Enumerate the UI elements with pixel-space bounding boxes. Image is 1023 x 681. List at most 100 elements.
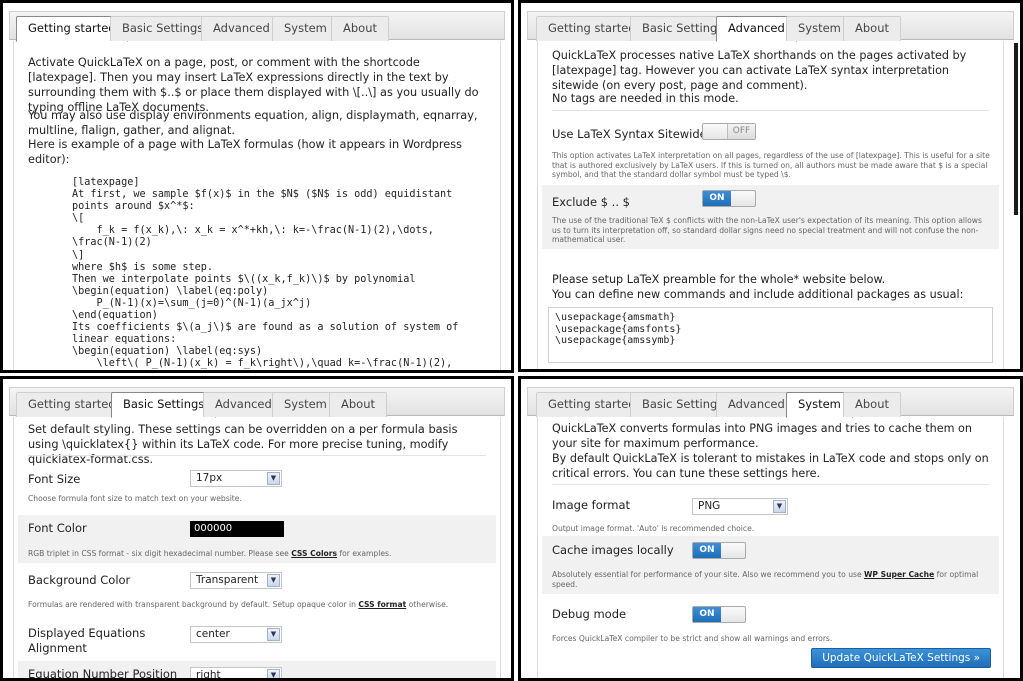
styling-intro: Set default styling. These settings can … xyxy=(28,423,458,466)
alignment-label: Displayed Equations Alignment xyxy=(28,626,145,656)
description-text: for examples. xyxy=(337,549,392,558)
panel-system: Getting started Basic Settings Advanced … xyxy=(518,376,1023,681)
background-color-description: Formulas are rendered with transparent b… xyxy=(28,600,488,610)
preamble-hint: You can define new commands and include … xyxy=(552,288,964,301)
font-color-label: Font Color xyxy=(28,521,87,535)
exclude-label: Exclude $ .. $ xyxy=(552,195,630,209)
equation-number-row: Equation Number Position right ▼ xyxy=(18,661,496,681)
tab-content: QuickLaTeX processes native LaTeX shorth… xyxy=(537,41,1004,369)
sitewide-setting-row: Use LaTeX Syntax Sitewide OFF This optio… xyxy=(542,117,999,182)
font-color-description: RGB triplet in CSS format - six digit he… xyxy=(28,549,488,559)
exclude-toggle[interactable]: ON xyxy=(702,190,756,207)
alignment-select[interactable]: center ▼ xyxy=(190,626,282,643)
equation-number-select[interactable]: right ▼ xyxy=(190,667,282,681)
system-intro-tolerance: By default QuickLaTeX is tolerant to mis… xyxy=(552,452,989,480)
font-size-select[interactable]: 17px ▼ xyxy=(190,470,282,487)
code-line: \] xyxy=(72,249,85,261)
description-text: Formulas are rendered with transparent b… xyxy=(28,600,359,609)
environments-paragraph: You may also use display environments eq… xyxy=(28,109,478,137)
equation-number-label: Equation Number Position xyxy=(28,667,178,681)
code-line: At first, we sample $f(x)$ in the $N$ ($… xyxy=(72,189,453,201)
panel-getting-started: Getting started Basic Settings Advanced … xyxy=(0,0,514,373)
tab-about[interactable]: About xyxy=(843,392,902,417)
code-line: Its coefficients $\(a_j\)$ are found as … xyxy=(72,322,459,334)
background-color-select[interactable]: Transparent ▼ xyxy=(190,572,282,589)
equation-number-value: right xyxy=(196,669,221,681)
tab-bar: Getting started Basic Settings Advanced … xyxy=(9,11,505,42)
preamble-line: \usepackage{amssymb} xyxy=(555,335,676,346)
intro-paragraph: Activate QuickLaTeX on a page, post, or … xyxy=(28,56,479,114)
example-code-block: [latexpage] At first, we sample $f(x)$ in… xyxy=(62,169,484,370)
code-line: where $h$ is some step. xyxy=(72,261,214,273)
alignment-value: center xyxy=(196,628,230,640)
tab-basic-settings[interactable]: Basic Settings xyxy=(110,16,216,41)
sitewide-label: Use LaTeX Syntax Sitewide xyxy=(552,127,707,141)
panel-basic-settings: Getting started Basic Settings Advanced … xyxy=(0,376,514,681)
label-line: Displayed Equations xyxy=(28,626,146,640)
toggle-state: OFF xyxy=(727,124,755,139)
chevron-down-icon: ▼ xyxy=(267,669,280,678)
code-line: [latexpage] xyxy=(72,177,140,188)
tab-about[interactable]: About xyxy=(331,16,390,41)
tab-about[interactable]: About xyxy=(843,16,902,41)
tab-content: Set default styling. These settings can … xyxy=(13,417,501,678)
system-intro: QuickLaTeX converts formulas into PNG im… xyxy=(552,422,972,450)
debug-toggle[interactable]: ON xyxy=(692,606,746,623)
font-size-label: Font Size xyxy=(28,472,81,486)
tab-advanced[interactable]: Advanced xyxy=(716,392,797,417)
example-heading: Here is example of a page with LaTeX for… xyxy=(28,138,463,166)
tab-advanced[interactable]: Advanced xyxy=(201,16,282,41)
preamble-line: \usepackage{amsfonts} xyxy=(555,323,682,335)
tab-advanced[interactable]: Advanced xyxy=(716,16,797,42)
sitewide-intro: QuickLaTeX processes native LaTeX shorth… xyxy=(552,49,967,92)
tab-about[interactable]: About xyxy=(329,392,388,417)
exclude-description: The use of the traditional TeX $ conflic… xyxy=(552,216,982,245)
background-color-label: Background Color xyxy=(28,573,131,587)
code-line: \end(equation) xyxy=(72,310,158,322)
alignment-row: Displayed Equations Alignment center ▼ xyxy=(18,613,496,661)
cache-row: Cache images locally ON Absolutely essen… xyxy=(542,536,999,594)
image-format-description: Output image format. 'Auto' is recommend… xyxy=(552,524,755,533)
chevron-down-icon: ▼ xyxy=(267,472,280,485)
sitewide-description: This option activates LaTeX interpretati… xyxy=(552,151,990,180)
toggle-state: ON xyxy=(693,607,721,622)
chevron-down-icon: ▼ xyxy=(267,574,280,587)
css-format-link[interactable]: CSS format xyxy=(358,600,406,609)
code-line: points around $x^*$: xyxy=(72,201,195,213)
code-line: Then we interpolate points $\((x_k,f_k)\… xyxy=(72,273,416,285)
preamble-textarea[interactable]: \usepackage{amsmath} \usepackage{amsfonts… xyxy=(548,307,993,363)
font-size-value: 17px xyxy=(196,472,223,484)
cache-description: Absolutely essential for performance of … xyxy=(552,570,991,589)
code-line: \begin(equation) \label(eq:poly) xyxy=(72,285,269,297)
tab-basic-settings[interactable]: Basic Settings xyxy=(111,392,217,418)
image-format-label: Image format xyxy=(552,498,631,512)
preamble-line: \usepackage{amsmath} xyxy=(555,312,676,323)
cache-toggle[interactable]: ON xyxy=(692,542,746,559)
background-color-row: Background Color Transparent ▼ Formulas … xyxy=(18,564,496,610)
tab-content: QuickLaTeX converts formulas into PNG im… xyxy=(537,417,1004,678)
divider xyxy=(28,455,486,456)
scrollbar[interactable] xyxy=(1014,43,1018,215)
code-line: \frac(N-1)(2) xyxy=(72,237,152,249)
css-colors-link[interactable]: CSS Colors xyxy=(291,549,337,558)
debug-description: Forces QuickLaTeX compiler to be strict … xyxy=(552,634,833,643)
tab-bar: Getting started Basic Settings Advanced … xyxy=(527,11,1014,42)
description-text: otherwise. xyxy=(406,600,449,609)
label-line: Alignment xyxy=(28,641,87,655)
font-color-input[interactable]: 000000 xyxy=(190,521,284,537)
sitewide-toggle[interactable]: OFF xyxy=(702,123,756,140)
font-size-row: Font Size 17px ▼ Choose formula font siz… xyxy=(18,466,496,506)
description-text: Absolutely essential for performance of … xyxy=(552,570,865,579)
debug-label: Debug mode xyxy=(552,607,627,621)
update-settings-button[interactable]: Update QuickLaTeX Settings » xyxy=(811,648,991,668)
image-format-select[interactable]: PNG ▼ xyxy=(692,498,788,515)
wp-super-cache-link[interactable]: WP Super Cache xyxy=(864,570,934,579)
panel-advanced: Getting started Basic Settings Advanced … xyxy=(518,0,1023,372)
tab-system[interactable]: System xyxy=(272,16,339,41)
tab-bar: Getting started Basic Settings Advanced … xyxy=(9,387,505,418)
code-line: \left\( P_(N-1)(x_k) = f_k\right\),\quad… xyxy=(72,358,453,370)
image-format-row: Image format PNG ▼ Output image format. … xyxy=(542,490,999,534)
preamble-heading: Please setup LaTeX preamble for the whol… xyxy=(552,273,886,286)
font-color-row: Font Color 000000 RGB triplet in CSS for… xyxy=(18,515,496,563)
toggle-state: ON xyxy=(693,543,721,558)
